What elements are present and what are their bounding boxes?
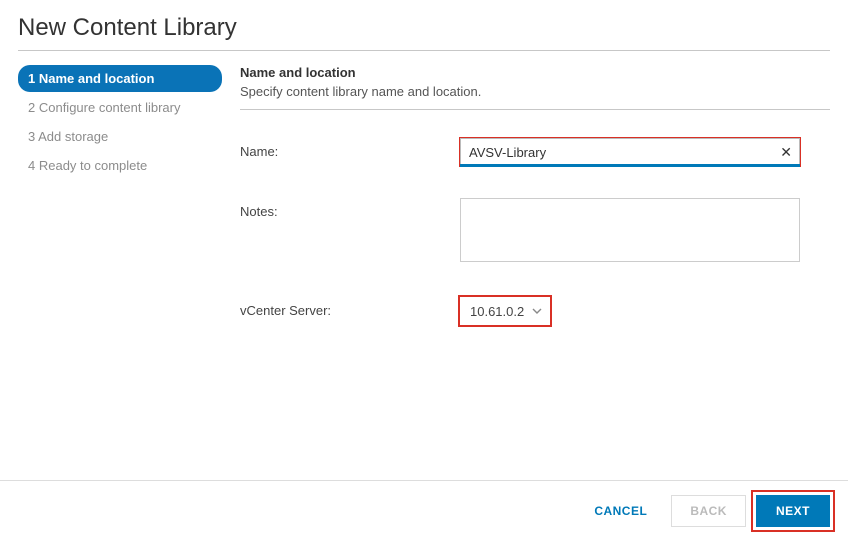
name-highlight: ✕ — [460, 138, 800, 166]
name-label: Name: — [240, 138, 460, 159]
wizard-step-3[interactable]: 3 Add storage — [18, 123, 222, 150]
back-button: BACK — [671, 495, 746, 527]
notes-textarea[interactable] — [460, 198, 800, 262]
cancel-button[interactable]: CANCEL — [580, 496, 661, 526]
dialog-footer: CANCEL BACK NEXT — [0, 480, 848, 543]
chevron-down-icon — [532, 308, 542, 314]
row-name: Name: ✕ — [240, 138, 830, 166]
divider — [240, 109, 830, 110]
row-notes: Notes: — [240, 198, 830, 265]
name-input[interactable] — [460, 138, 800, 166]
dialog-body: 1 Name and location 2 Configure content … — [18, 65, 830, 480]
dialog-title: New Content Library — [18, 14, 830, 51]
wizard-sidebar: 1 Name and location 2 Configure content … — [18, 65, 222, 480]
wizard-step-4[interactable]: 4 Ready to complete — [18, 152, 222, 179]
vcenter-value: 10.61.0.2 — [470, 304, 524, 319]
section-description: Specify content library name and locatio… — [240, 84, 830, 99]
row-vcenter: vCenter Server: 10.61.0.2 — [240, 297, 830, 325]
vcenter-select[interactable]: 10.61.0.2 — [460, 297, 550, 325]
dialog-container: New Content Library 1 Name and location … — [0, 0, 848, 543]
main-panel: Name and location Specify content librar… — [240, 65, 830, 480]
vcenter-label: vCenter Server: — [240, 297, 460, 318]
notes-label: Notes: — [240, 198, 460, 219]
wizard-step-2[interactable]: 2 Configure content library — [18, 94, 222, 121]
section-heading: Name and location — [240, 65, 830, 80]
focus-underline — [460, 164, 800, 167]
close-icon[interactable]: ✕ — [780, 144, 792, 161]
wizard-step-1[interactable]: 1 Name and location — [18, 65, 222, 92]
next-button[interactable]: NEXT — [756, 495, 830, 527]
